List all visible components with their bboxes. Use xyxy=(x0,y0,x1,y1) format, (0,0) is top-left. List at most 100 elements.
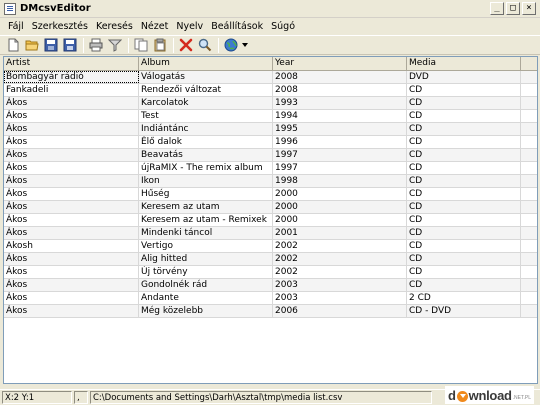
cell-media[interactable]: CD xyxy=(407,162,521,174)
cell-media[interactable]: CD xyxy=(407,136,521,148)
cell-artist[interactable]: Fankadeli xyxy=(4,84,139,96)
cell-media[interactable]: CD xyxy=(407,84,521,96)
copy-button[interactable] xyxy=(132,36,150,54)
cell-artist[interactable]: Ákos xyxy=(4,136,139,148)
minimize-button[interactable]: _ xyxy=(490,2,504,15)
cell-artist[interactable]: Ákos xyxy=(4,253,139,265)
menu-settings[interactable]: Beállítások xyxy=(207,21,267,32)
cell-album[interactable]: Andante xyxy=(139,292,273,304)
cell-year[interactable]: 1993 xyxy=(273,97,407,109)
cell-album[interactable]: Még közelebb xyxy=(139,305,273,317)
cell-year[interactable]: 2008 xyxy=(273,71,407,83)
table-row[interactable]: Ákos Keresem az utam - Remixek 2000 CD xyxy=(4,214,537,227)
close-button[interactable]: × xyxy=(522,2,536,15)
cell-year[interactable]: 1997 xyxy=(273,149,407,161)
cell-year[interactable]: 2001 xyxy=(273,227,407,239)
cell-year[interactable]: 1997 xyxy=(273,162,407,174)
cell-album[interactable]: Élő dalok xyxy=(139,136,273,148)
cell-artist[interactable]: Ákos xyxy=(4,305,139,317)
save-button[interactable] xyxy=(42,36,60,54)
cell-media[interactable]: DVD xyxy=(407,71,521,83)
open-button[interactable] xyxy=(23,36,41,54)
cell-media[interactable]: CD xyxy=(407,175,521,187)
filter-button[interactable] xyxy=(106,36,124,54)
cell-artist[interactable]: Ákos xyxy=(4,227,139,239)
cell-album[interactable]: újRaMIX - The remix album xyxy=(139,162,273,174)
table-row[interactable]: Akosh Vertigo 2002 CD xyxy=(4,240,537,253)
cell-artist[interactable]: Ákos xyxy=(4,149,139,161)
cell-year[interactable]: 2003 xyxy=(273,279,407,291)
cell-album[interactable]: Indiántánc xyxy=(139,123,273,135)
menu-edit[interactable]: Szerkesztés xyxy=(28,21,92,32)
cell-album[interactable]: Hűség xyxy=(139,188,273,200)
cell-artist[interactable]: Akosh xyxy=(4,240,139,252)
cell-artist[interactable]: Ákos xyxy=(4,214,139,226)
cell-media[interactable]: CD xyxy=(407,253,521,265)
table-row[interactable]: Ákos Andante 2003 2 CD xyxy=(4,292,537,305)
cell-album[interactable]: Beavatás xyxy=(139,149,273,161)
table-row[interactable]: Ákos Gondolnék rád 2003 CD xyxy=(4,279,537,292)
cell-artist[interactable]: Ákos xyxy=(4,266,139,278)
column-header-media[interactable]: Media xyxy=(407,57,521,70)
cell-year[interactable]: 2008 xyxy=(273,84,407,96)
cell-artist[interactable]: Ákos xyxy=(4,110,139,122)
cell-media[interactable]: CD xyxy=(407,188,521,200)
column-header-artist[interactable]: Artist xyxy=(4,57,139,70)
search-button[interactable] xyxy=(196,36,214,54)
cell-media[interactable]: CD xyxy=(407,214,521,226)
table-row[interactable]: Ákos Új törvény 2002 CD xyxy=(4,266,537,279)
column-header-album[interactable]: Album xyxy=(139,57,273,70)
table-row[interactable]: Ákos Test 1994 CD xyxy=(4,110,537,123)
cell-album[interactable]: Keresem az utam - Remixek xyxy=(139,214,273,226)
save-as-button[interactable] xyxy=(61,36,79,54)
cell-media[interactable]: CD xyxy=(407,149,521,161)
cell-album[interactable]: Rendezői változat xyxy=(139,84,273,96)
cell-album[interactable]: Mindenki táncol xyxy=(139,227,273,239)
language-button[interactable] xyxy=(222,36,240,54)
data-grid[interactable]: Artist Album Year Media Bombagyár rádió V… xyxy=(3,56,538,384)
delete-button[interactable] xyxy=(177,36,195,54)
cell-year[interactable]: 1998 xyxy=(273,175,407,187)
paste-button[interactable] xyxy=(151,36,169,54)
cell-year[interactable]: 2002 xyxy=(273,253,407,265)
cell-album[interactable]: Ikon xyxy=(139,175,273,187)
table-row[interactable]: Ákos Hűség 2000 CD xyxy=(4,188,537,201)
cell-media[interactable]: 2 CD xyxy=(407,292,521,304)
column-header-year[interactable]: Year xyxy=(273,57,407,70)
cell-album[interactable]: Vertigo xyxy=(139,240,273,252)
language-dropdown-button[interactable] xyxy=(241,36,249,54)
cell-artist[interactable]: Ákos xyxy=(4,162,139,174)
cell-album[interactable]: Keresem az utam xyxy=(139,201,273,213)
cell-artist[interactable]: Ákos xyxy=(4,188,139,200)
cell-media[interactable]: CD xyxy=(407,110,521,122)
cell-year[interactable]: 1994 xyxy=(273,110,407,122)
cell-media[interactable]: CD xyxy=(407,123,521,135)
table-row[interactable]: Ákos Élő dalok 1996 CD xyxy=(4,136,537,149)
cell-artist[interactable]: Ákos xyxy=(4,201,139,213)
table-row[interactable]: Fankadeli Rendezői változat 2008 CD xyxy=(4,84,537,97)
cell-year[interactable]: 2000 xyxy=(273,214,407,226)
cell-artist[interactable]: Ákos xyxy=(4,97,139,109)
cell-year[interactable]: 2002 xyxy=(273,266,407,278)
table-row[interactable]: Ákos Mindenki táncol 2001 CD xyxy=(4,227,537,240)
cell-album[interactable]: Alig hitted xyxy=(139,253,273,265)
table-row[interactable]: Ákos Beavatás 1997 CD xyxy=(4,149,537,162)
table-row[interactable]: Ákos Alig hitted 2002 CD xyxy=(4,253,537,266)
table-row[interactable]: Ákos Indiántánc 1995 CD xyxy=(4,123,537,136)
menu-file[interactable]: Fájl xyxy=(4,21,28,32)
table-row[interactable]: Ákos újRaMIX - The remix album 1997 CD xyxy=(4,162,537,175)
cell-album[interactable]: Gondolnék rád xyxy=(139,279,273,291)
menu-view[interactable]: Nézet xyxy=(137,21,173,32)
cell-album[interactable]: Válogatás xyxy=(139,71,273,83)
cell-album[interactable]: Új törvény xyxy=(139,266,273,278)
cell-artist[interactable]: Ákos xyxy=(4,175,139,187)
cell-year[interactable]: 2000 xyxy=(273,188,407,200)
cell-artist[interactable]: Ákos xyxy=(4,292,139,304)
table-row[interactable]: Ákos Ikon 1998 CD xyxy=(4,175,537,188)
cell-media[interactable]: CD xyxy=(407,97,521,109)
cell-artist[interactable]: Ákos xyxy=(4,279,139,291)
menu-language[interactable]: Nyelv xyxy=(172,21,207,32)
maximize-button[interactable]: □ xyxy=(506,2,520,15)
table-row[interactable]: Bombagyár rádió Válogatás 2008 DVD xyxy=(4,71,537,84)
cell-media[interactable]: CD - DVD xyxy=(407,305,521,317)
